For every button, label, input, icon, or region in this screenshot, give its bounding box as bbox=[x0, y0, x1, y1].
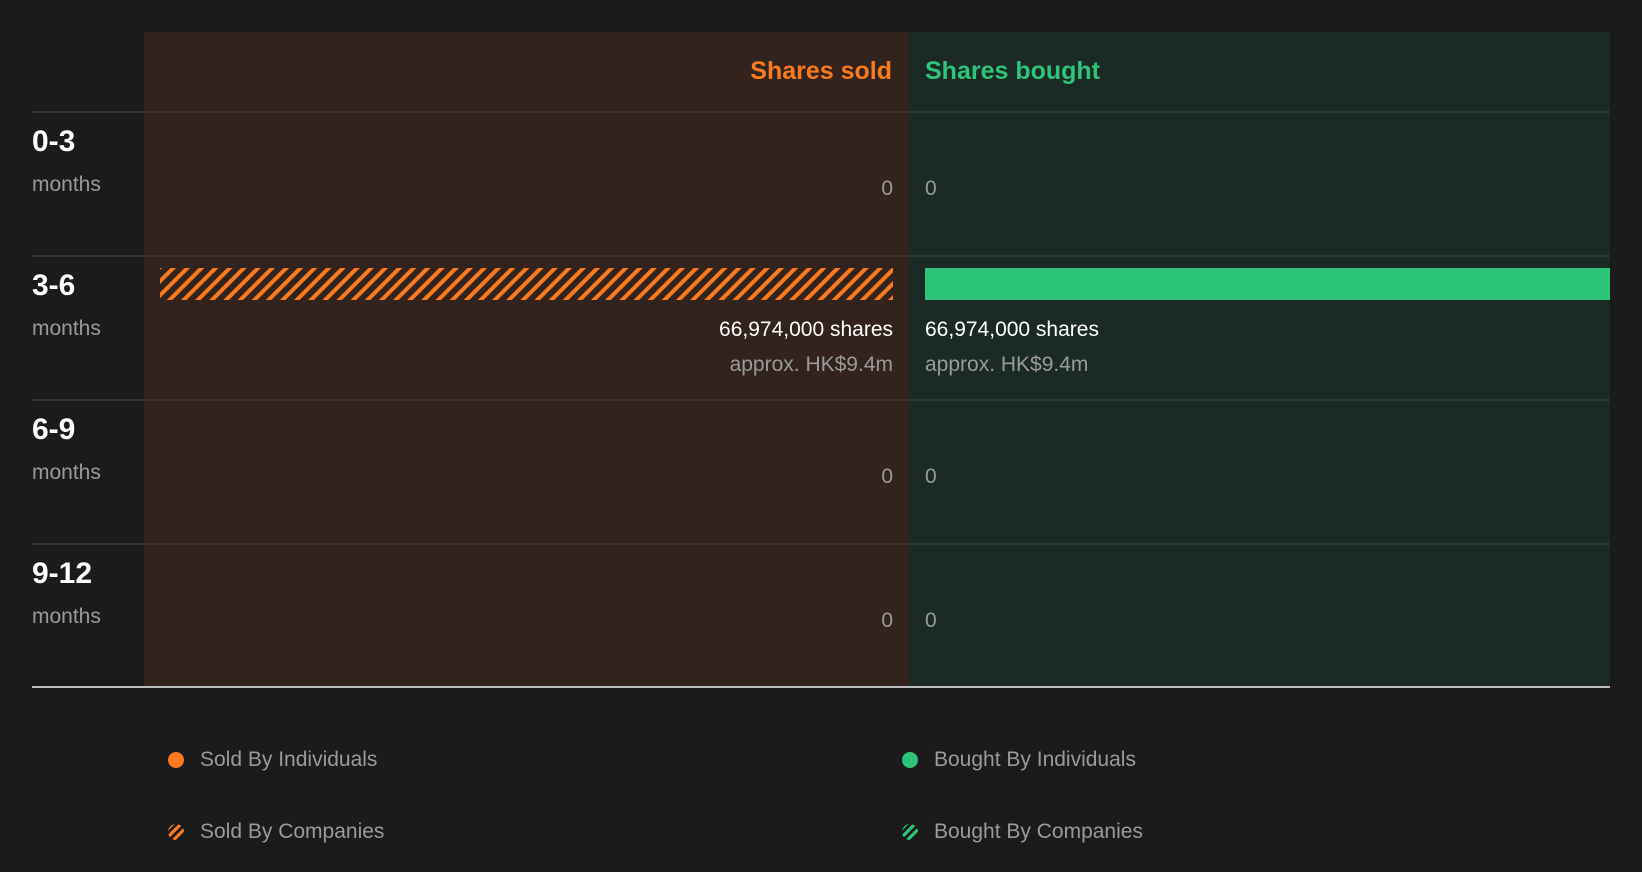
legend-label: Bought By Companies bbox=[934, 820, 1143, 843]
bought-approx-label: approx. HK$9.4m bbox=[925, 353, 1088, 376]
sold-zero-label: 0 bbox=[881, 609, 893, 632]
bought-zero-label: 0 bbox=[925, 177, 937, 200]
row-label: 0-3 bbox=[32, 125, 75, 158]
legend-item-sold-companies: Sold By Companies bbox=[168, 820, 384, 844]
legend-item-sold-individuals: Sold By Individuals bbox=[168, 748, 377, 772]
row-label: 6-9 bbox=[32, 413, 75, 446]
legend-hatch-sold-companies bbox=[168, 824, 184, 840]
sold-header: Shares sold bbox=[750, 57, 892, 85]
legend-dot-bought-individuals bbox=[902, 752, 918, 768]
bought-bar bbox=[925, 268, 1610, 300]
sold-zero-label: 0 bbox=[881, 465, 893, 488]
legend: Sold By Individuals Bought By Individual… bbox=[0, 700, 1642, 872]
bought-zero-label: 0 bbox=[925, 465, 937, 488]
sold-bar bbox=[160, 268, 893, 300]
sold-approx-label: approx. HK$9.4m bbox=[730, 353, 893, 376]
row-sublabel: months bbox=[32, 461, 101, 484]
legend-label: Sold By Companies bbox=[200, 820, 385, 843]
row-sublabel: months bbox=[32, 605, 101, 628]
row-label: 9-12 bbox=[32, 557, 92, 590]
sold-zero-label: 0 bbox=[881, 177, 893, 200]
row-label: 3-6 bbox=[32, 269, 75, 302]
bought-value-label: 66,974,000 shares bbox=[925, 318, 1099, 341]
legend-label: Bought By Individuals bbox=[934, 748, 1136, 771]
legend-item-bought-companies: Bought By Companies bbox=[902, 820, 1143, 844]
legend-item-bought-individuals: Bought By Individuals bbox=[902, 748, 1136, 772]
row-sublabel: months bbox=[32, 317, 101, 340]
bought-zero-label: 0 bbox=[925, 609, 937, 632]
legend-hatch-bought-companies bbox=[902, 824, 918, 840]
legend-label: Sold By Individuals bbox=[200, 748, 378, 771]
legend-dot-sold-individuals bbox=[168, 752, 184, 768]
row-sublabel: months bbox=[32, 173, 101, 196]
sold-value-label: 66,974,000 shares bbox=[719, 318, 893, 341]
insider-trading-chart: Shares sold Shares bought 0-3 months 0 0 3-6… bbox=[32, 32, 1610, 688]
bought-header: Shares bought bbox=[925, 57, 1101, 85]
